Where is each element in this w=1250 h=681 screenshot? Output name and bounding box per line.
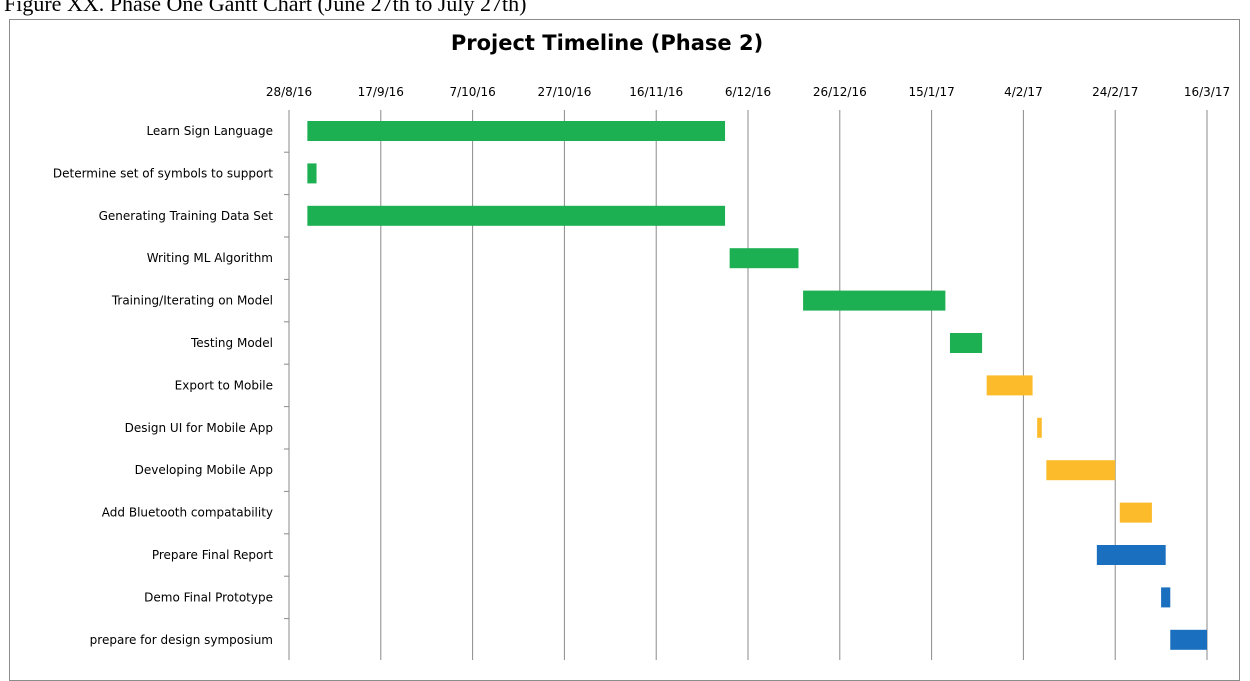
x-tick-label: 24/2/17 [1092, 85, 1138, 99]
task-bar [1037, 417, 1042, 438]
task-bar [986, 375, 1033, 396]
task-label: Export to Mobile [175, 378, 273, 392]
task-label: Generating Training Data Set [99, 209, 274, 223]
x-tick-label: 28/8/16 [266, 85, 312, 99]
task-bar [307, 163, 317, 184]
task-label: Determine set of symbols to support [53, 166, 273, 180]
gantt-chart: Project Timeline (Phase 2) 28/8/16 17/9/1… [53, 31, 1230, 660]
task-bar [1046, 460, 1116, 481]
x-tick-label: 15/1/17 [908, 85, 954, 99]
task-label: Developing Mobile App [135, 463, 273, 477]
task-bars [307, 121, 1207, 650]
task-label: Prepare Final Report [152, 548, 273, 562]
task-labels: Learn Sign Language Determine set of symb… [53, 124, 273, 647]
task-label: Training/Iterating on Model [111, 294, 273, 308]
task-bar [949, 333, 983, 353]
task-label: Testing Model [190, 336, 273, 350]
task-bar [307, 205, 726, 226]
task-label: Demo Final Prototype [144, 590, 273, 604]
task-label: Writing ML Algorithm [147, 251, 273, 265]
x-tick-label: 26/12/16 [813, 85, 867, 99]
x-tick-label: 27/10/16 [537, 85, 591, 99]
x-tick-labels: 28/8/16 17/9/16 7/10/16 27/10/16 16/11/16 6/1… [266, 85, 1230, 99]
x-tick-label: 4/2/17 [1004, 85, 1043, 99]
task-bar [1161, 587, 1171, 608]
x-tick-label: 16/11/16 [629, 85, 683, 99]
gridlines [380, 110, 1208, 660]
x-tick-label: 16/3/17 [1184, 85, 1230, 99]
x-tick-label: 6/12/16 [725, 85, 771, 99]
task-bar [307, 121, 726, 141]
x-tick-label: 7/10/16 [449, 85, 495, 99]
task-label: Design UI for Mobile App [125, 421, 273, 435]
task-bar [1096, 545, 1166, 565]
x-tick-label: 17/9/16 [358, 85, 404, 99]
task-label: prepare for design symposium [90, 633, 273, 647]
task-bar [803, 290, 946, 311]
task-bar [1170, 629, 1207, 650]
y-axis [284, 110, 290, 660]
task-label: Learn Sign Language [146, 124, 273, 138]
task-label: Add Bluetooth compatability [102, 506, 273, 520]
chart-title: Project Timeline (Phase 2) [451, 31, 763, 55]
chart-frame: Project Timeline (Phase 2) 28/8/16 17/9/1… [9, 19, 1240, 681]
task-bar [729, 248, 799, 269]
task-bar [1119, 502, 1152, 523]
figure-caption: Figure XX. Phase One Gantt Chart (June 2… [4, 0, 527, 16]
